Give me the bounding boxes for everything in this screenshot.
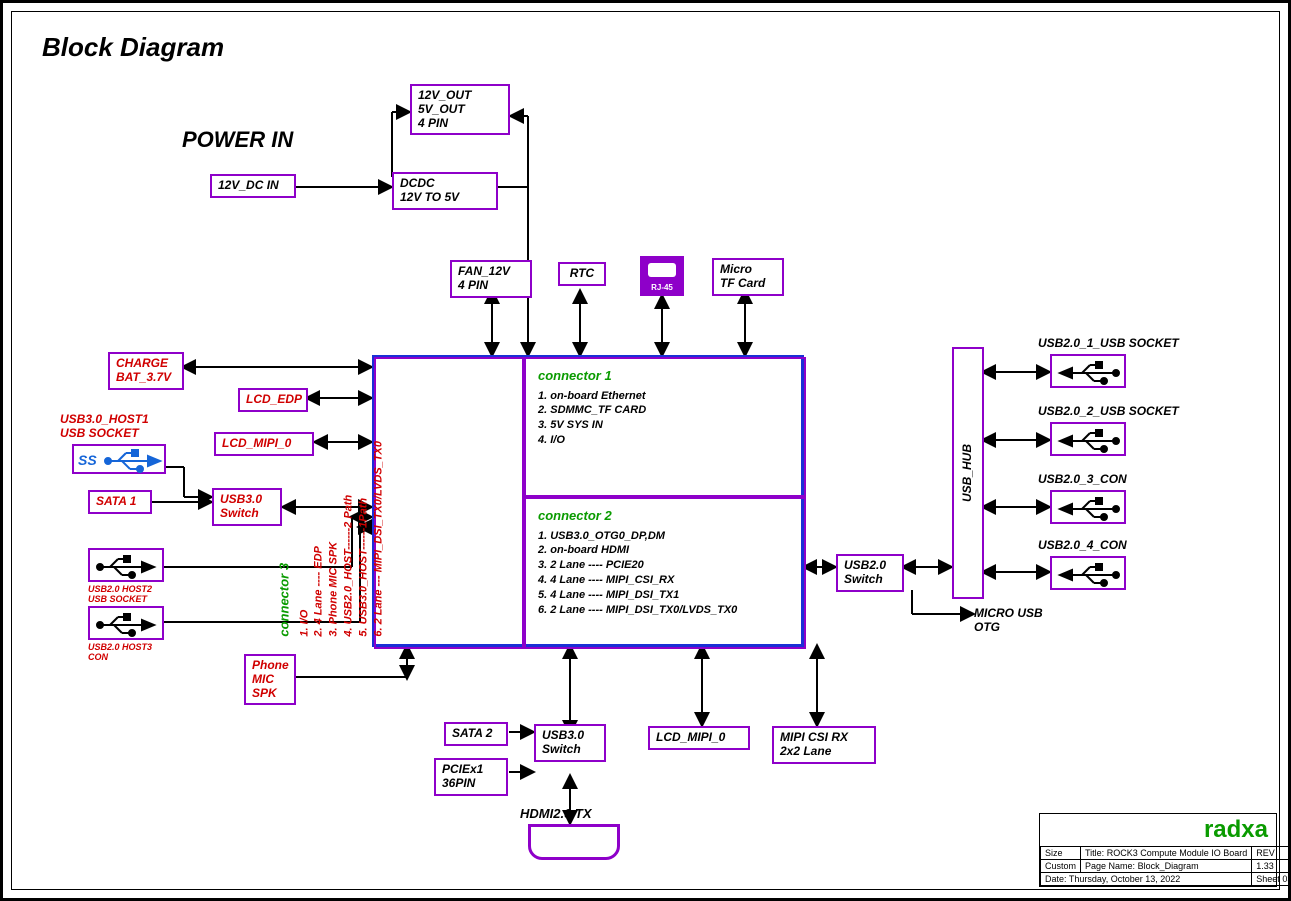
micro-usb-otg-label: MICRO USB OTG <box>974 606 1043 634</box>
usb2-4-label: USB2.0_4_CON <box>1038 538 1127 552</box>
c3-item-6: 6. 2 Lane --- MIPI_DSI_TX0/LVDS_TX0 <box>371 365 386 637</box>
c2-item-2: 2. on-board HDMI <box>538 543 792 558</box>
tb-sheet-lbl: Sheet <box>1256 874 1280 884</box>
block-sata1: SATA 1 <box>88 490 152 514</box>
usb2-2-icon <box>1050 422 1126 456</box>
c2-item-4: 4. 4 Lane ---- MIPI_CSI_RX <box>538 573 792 588</box>
hdmi-port-icon <box>528 824 620 860</box>
c2-item-6: 6. 2 Lane ---- MIPI_DSI_TX0/LVDS_TX0 <box>538 603 792 618</box>
usb2-4-icon <box>1050 556 1126 590</box>
block-lcd-edp: LCD_EDP <box>238 388 308 412</box>
block-lcd-mipi0-left: LCD_MIPI_0 <box>214 432 314 456</box>
usb2-3-label: USB2.0_3_CON <box>1038 472 1127 486</box>
hdmi-label: HDMI2.0 TX <box>520 806 592 821</box>
usb2-host3-icon <box>88 606 164 640</box>
usb2-host2-icon <box>88 548 164 582</box>
usb2-1-icon <box>1050 354 1126 388</box>
connector-2-box: connector 2 1. USB3.0_OTG0_DP,DM 2. on-b… <box>524 497 806 649</box>
ss-usb3-icon: SS <box>72 444 166 474</box>
usb2-2-label: USB2.0_2_USB SOCKET <box>1038 404 1179 418</box>
block-fan: FAN_12V 4 PIN <box>450 260 532 298</box>
usb2-3-icon <box>1050 490 1126 524</box>
block-12v-dc-in: 12V_DC IN <box>210 174 296 198</box>
block-mipi-csi-rx: MIPI CSI RX 2x2 Lane <box>772 726 876 764</box>
block-usb3-switch-bottom: USB3.0 Switch <box>534 724 606 762</box>
c1-item-4: 4. I/O <box>538 433 792 448</box>
usb2-host3-label: USB2.0 HOST3 CON <box>88 642 152 662</box>
c3-item-3: 3. Phone MIC SPK <box>327 365 342 637</box>
tb-date-lbl: Date: <box>1045 874 1067 884</box>
rj45-icon: RJ-45 <box>640 256 684 296</box>
tb-rev-val: 1.33 <box>1252 860 1291 873</box>
connector-3-box: connector 3 1. I/O 2. 4 Lane ---- EDP 3.… <box>374 357 524 649</box>
usb-hub-label: USB_HUB <box>961 444 975 502</box>
c3-item-2: 2. 4 Lane ---- EDP <box>312 365 327 637</box>
c2-item-3: 3. 2 Lane ---- PCIE20 <box>538 558 792 573</box>
block-sata2: SATA 2 <box>444 722 508 746</box>
c3-item-5: 5. USB3.0_HOST------1Path <box>356 365 371 637</box>
block-phone-mic-spk: Phone MIC SPK <box>244 654 296 705</box>
logo: radxa <box>1204 816 1268 843</box>
block-lcd-mipi0-bottom: LCD_MIPI_0 <box>648 726 750 750</box>
tb-page-name-lbl: Page Name: <box>1085 861 1135 871</box>
block-charge-bat: CHARGE BAT_3.7V <box>108 352 184 390</box>
block-pciex1: PCIEx1 36PIN <box>434 758 508 796</box>
c1-item-2: 2. SDMMC_TF CARD <box>538 403 792 418</box>
c2-item-1: 1. USB3.0_OTG0_DP,DM <box>538 529 792 544</box>
tb-size-lbl: Size <box>1041 847 1081 860</box>
block-rtc: RTC <box>558 262 606 286</box>
block-tf-card: Micro TF Card <box>712 258 784 296</box>
c1-item-3: 3. 5V SYS IN <box>538 418 792 433</box>
block-usb2-switch: USB2.0 Switch <box>836 554 904 592</box>
usb2-host2-label: USB2.0 HOST2 USB SOCKET <box>88 584 152 604</box>
tb-date-val: Thursday, October 13, 2022 <box>1069 874 1180 884</box>
tb-page-name-val: Block_Diagram <box>1138 861 1199 871</box>
block-usb3-switch-left: USB3.0 Switch <box>212 488 282 526</box>
tb-custom-lbl: Custom <box>1041 860 1081 873</box>
usb3-host1-label: USB3.0_HOST1 USB SOCKET <box>60 412 149 440</box>
c1-item-1: 1. on-board Ethernet <box>538 389 792 404</box>
connector-1-title: connector 1 <box>538 367 792 385</box>
connector-1-box: connector 1 1. on-board Ethernet 2. SDMM… <box>524 357 806 497</box>
block-12v-5v-out: 12V_OUT 5V_OUT 4 PIN <box>410 84 510 135</box>
usb2-1-label: USB2.0_1_USB SOCKET <box>1038 336 1179 350</box>
rj45-label: RJ-45 <box>642 283 682 292</box>
ss-label: SS <box>78 452 97 468</box>
tb-title-lbl: Title: <box>1085 848 1104 858</box>
block-usb-hub: USB_HUB <box>952 347 984 599</box>
title-block: radxa Size Title: ROCK3 Compute Module I… <box>1039 813 1277 887</box>
page-title: Block Diagram <box>42 32 224 63</box>
c3-item-4: 4. USB2.0_HOST------2 Path <box>341 365 356 637</box>
center-connectors: connector 3 1. I/O 2. 4 Lane ---- EDP 3.… <box>372 355 804 647</box>
tb-rev-lbl: REV <box>1252 847 1291 860</box>
c2-item-5: 5. 4 Lane ---- MIPI_DSI_TX1 <box>538 588 792 603</box>
connector-2-title: connector 2 <box>538 507 792 525</box>
block-dcdc: DCDC 12V TO 5V <box>392 172 498 210</box>
tb-sheet-cur: 03 <box>1282 874 1291 884</box>
tb-title-val: ROCK3 Compute Module IO Board <box>1107 848 1248 858</box>
power-in-label: POWER IN <box>182 127 293 153</box>
